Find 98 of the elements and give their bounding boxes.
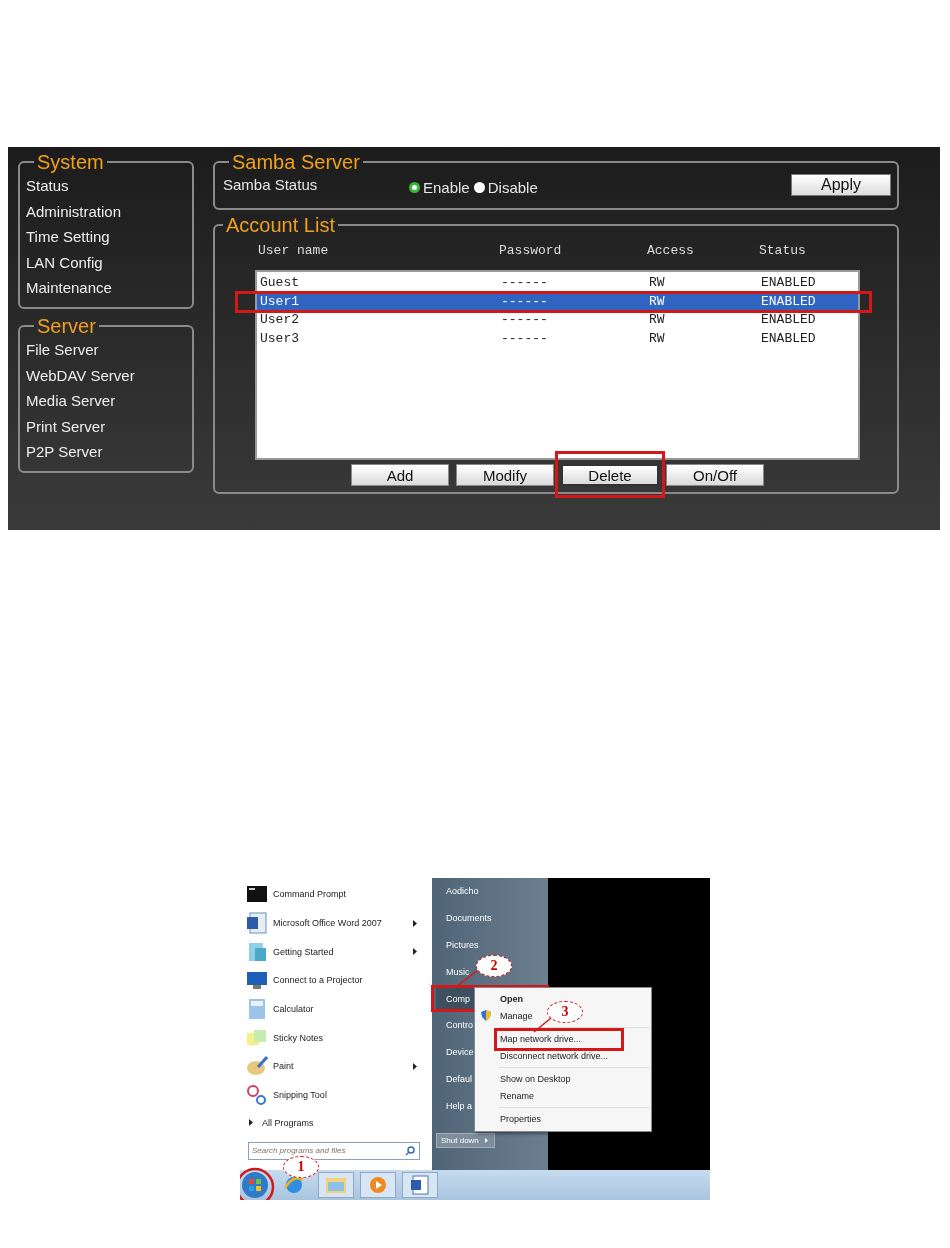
place-item[interactable]: Help a — [432, 1092, 475, 1120]
column-header: Access — [646, 242, 695, 260]
item-label: Microsoft Office Word 2007 — [273, 918, 382, 929]
group-title: System — [36, 151, 105, 173]
table-cell-text: User3 — [259, 329, 300, 348]
callout-number: 2 — [476, 955, 512, 978]
account-row[interactable]: User2 ------ RW ENABLED — [257, 311, 858, 330]
context-menu-item[interactable]: Manage — [481, 1007, 536, 1024]
table-cell-text: RW — [648, 311, 666, 329]
program-item[interactable]: Getting Started — [246, 937, 432, 967]
place-item[interactable]: Music — [432, 958, 473, 986]
sidebar-item[interactable]: Media Server — [26, 388, 186, 414]
search-field[interactable]: Search programs and files — [248, 1141, 420, 1160]
context-menu-item[interactable]: Show on Desktop — [500, 1071, 574, 1088]
item-label: Snipping Tool — [273, 1090, 327, 1101]
item-label: Sticky Notes — [273, 1032, 323, 1043]
program-item[interactable]: Microsoft Office Word 2007 — [246, 908, 432, 938]
action-button[interactable]: Modify — [456, 464, 554, 486]
context-menu-item[interactable]: Open — [500, 991, 526, 1008]
radio-button[interactable]: Enable — [409, 179, 470, 196]
sidebar-item[interactable]: File Server — [26, 336, 186, 363]
sidebar-item[interactable]: Print Server — [26, 413, 186, 440]
browser-icon[interactable] — [283, 1174, 305, 1196]
action-button[interactable]: Delete — [561, 464, 659, 486]
program-icon — [246, 940, 268, 963]
table-cell-text: ENABLED — [760, 292, 817, 311]
expand-arrow-icon — [248, 1119, 254, 1126]
context-menu-item[interactable]: Rename — [500, 1087, 538, 1104]
table-cell-text: ------ — [500, 292, 549, 311]
program-icon — [246, 969, 268, 992]
item-label: Calculator — [273, 1004, 314, 1015]
submenu-arrow-icon — [412, 1062, 418, 1070]
sidebar-item[interactable]: Maintenance — [26, 275, 186, 301]
item-label: Paint — [273, 1061, 294, 1072]
action-button[interactable]: Add — [351, 464, 449, 486]
place-item[interactable]: Device — [432, 1038, 477, 1066]
media-player-icon[interactable] — [369, 1176, 387, 1194]
action-button[interactable]: On/Off — [666, 464, 764, 486]
arrow-icon — [482, 1137, 490, 1145]
item-label: Connect to a Projector — [273, 975, 363, 986]
context-menu-item[interactable]: Map network drive... — [500, 1031, 585, 1048]
callout-number: 1 — [283, 1156, 319, 1178]
apply-button[interactable]: Apply — [791, 173, 891, 196]
table-cell-text: User2 — [259, 311, 300, 329]
place-item[interactable]: Contro — [432, 1012, 476, 1039]
table-cell-text: Guest — [259, 274, 300, 292]
submenu-arrow-icon — [412, 919, 418, 927]
table-cell-text: RW — [648, 292, 666, 311]
column-header: Password — [498, 242, 563, 260]
sidebar-item[interactable]: Status — [26, 173, 186, 199]
context-menu-item[interactable]: Properties — [500, 1111, 545, 1128]
start-orb-icon[interactable] — [240, 1170, 270, 1200]
program-icon — [246, 998, 268, 1021]
search-icon — [405, 1145, 415, 1156]
item-label: Getting Started — [273, 946, 334, 957]
program-icon — [246, 912, 268, 935]
table-cell-text: User1 — [259, 292, 300, 311]
table-cell-text: ENABLED — [760, 329, 817, 348]
submenu-arrow-icon — [412, 948, 418, 956]
item-label: Command Prompt — [273, 889, 347, 900]
table-cell-text: ------ — [500, 329, 549, 348]
field-label: Samba Status — [223, 176, 319, 193]
table-cell-text: ------ — [500, 274, 549, 292]
column-header: Status — [758, 242, 807, 260]
place-item[interactable]: Documents — [432, 904, 495, 932]
account-row[interactable]: User3 ------ RW ENABLED — [257, 329, 858, 348]
table-cell-text: ENABLED — [760, 311, 817, 329]
callout-number: 3 — [547, 1001, 583, 1023]
all-programs-item[interactable]: All Programs — [262, 1117, 314, 1128]
sidebar-item[interactable]: Time Setting — [26, 224, 186, 250]
program-item[interactable]: Sticky Notes — [246, 1023, 432, 1053]
radio-button[interactable]: Disable — [473, 179, 538, 196]
document-icon[interactable] — [410, 1175, 430, 1195]
program-item[interactable]: Calculator — [246, 994, 432, 1024]
place-item[interactable]: Aodicho — [432, 878, 482, 905]
program-item[interactable]: Paint — [246, 1052, 432, 1081]
table-cell-text: ENABLED — [760, 274, 817, 292]
table-cell-text: RW — [648, 274, 666, 292]
group-title: Samba Server — [231, 151, 361, 173]
program-icon — [246, 1055, 268, 1078]
program-item[interactable]: Snipping Tool — [246, 1080, 432, 1110]
sidebar-item[interactable]: P2P Server — [26, 439, 186, 465]
program-icon — [246, 1084, 268, 1107]
place-item[interactable]: Defaul — [432, 1065, 475, 1093]
program-item[interactable]: Command Prompt — [246, 880, 432, 909]
context-menu-item[interactable]: Disconnect network drive... — [500, 1047, 612, 1064]
leader-line — [533, 1017, 553, 1033]
group-title: Account List — [225, 214, 336, 236]
program-item[interactable]: Connect to a Projector — [246, 966, 432, 995]
table-cell-text: RW — [648, 329, 666, 348]
sidebar-item[interactable]: LAN Config — [26, 249, 186, 276]
group-title: Server — [36, 314, 97, 337]
account-row[interactable]: Guest ------ RW ENABLED — [257, 274, 858, 293]
shield-icon — [481, 1010, 491, 1022]
sidebar-item[interactable]: WebDAV Server — [26, 362, 186, 389]
column-header: User name — [257, 242, 330, 260]
table-cell-text: ------ — [500, 311, 549, 329]
sidebar-item[interactable]: Administration — [26, 198, 186, 225]
